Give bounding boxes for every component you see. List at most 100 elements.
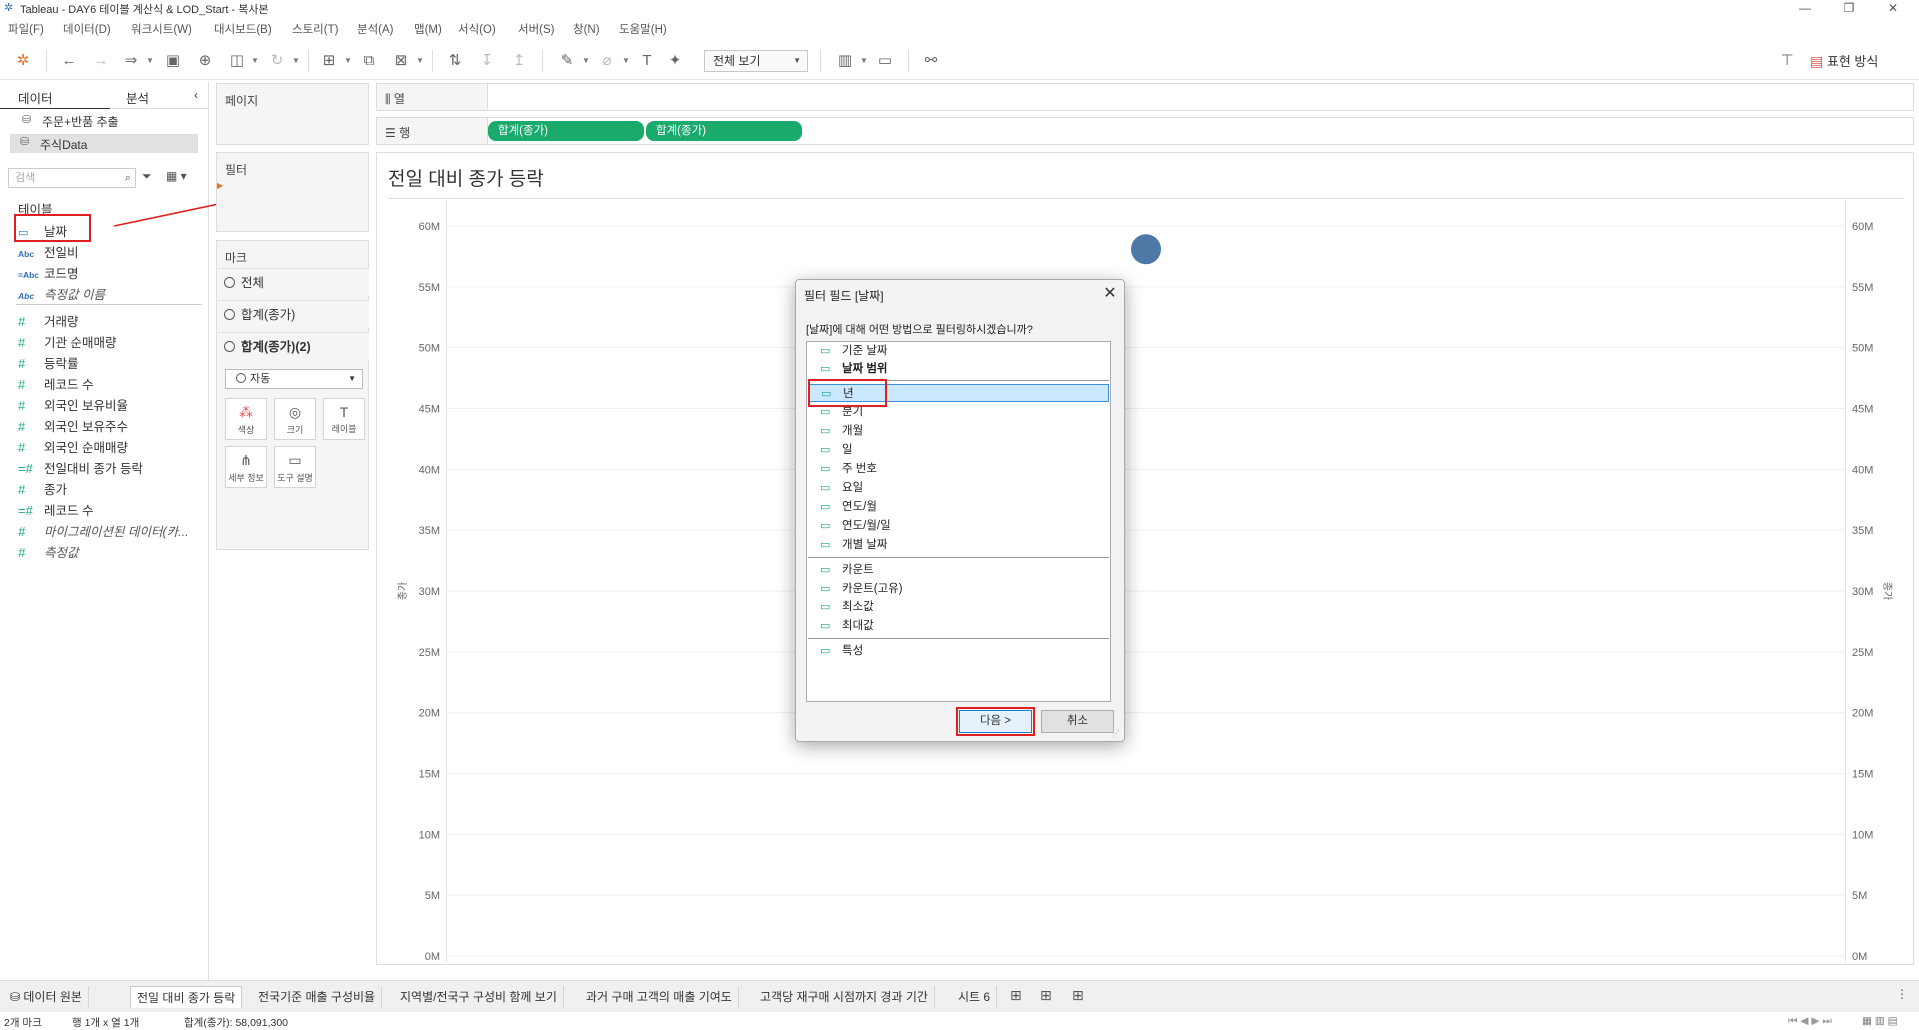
pages-card[interactable]: 페이지 bbox=[216, 83, 369, 145]
menu-worksheet[interactable]: 워크시트(W) bbox=[131, 21, 192, 37]
close-icon[interactable]: ✕ bbox=[1100, 283, 1120, 303]
filter-option[interactable]: ▭ 연도/월 bbox=[808, 498, 1109, 516]
datasource-item[interactable]: 주문+반품 추출 bbox=[42, 113, 119, 130]
filter-option[interactable]: ▭ 연도/월/일 bbox=[808, 517, 1109, 535]
menu-file[interactable]: 파일(F) bbox=[8, 21, 44, 37]
field-dimension[interactable]: Abc 측정값 이름 bbox=[18, 284, 105, 302]
undo-icon[interactable]: ← bbox=[58, 50, 80, 72]
redo-icon[interactable]: → bbox=[90, 50, 112, 72]
pause-updates-icon[interactable]: ◫ bbox=[226, 50, 248, 72]
show-labels-icon[interactable]: T bbox=[636, 50, 658, 72]
field-measure[interactable]: # 등락률 bbox=[18, 353, 79, 371]
tableau-home-icon[interactable]: ✲ bbox=[12, 50, 34, 72]
field-dimension[interactable]: Abc 전일비 bbox=[18, 242, 79, 260]
field-measure[interactable]: # 외국인 보유주수 bbox=[18, 416, 128, 434]
filter-option[interactable]: ▭ 일 bbox=[808, 441, 1109, 459]
format-painter-icon[interactable]: ⊤ bbox=[1776, 50, 1798, 72]
menu-data[interactable]: 데이터(D) bbox=[63, 21, 111, 37]
show-cards-icon[interactable]: ▥ bbox=[834, 50, 856, 72]
field-measure[interactable]: # 레코드 수 bbox=[18, 374, 93, 392]
duplicate-sheet-icon[interactable]: ⧉ bbox=[358, 50, 380, 72]
columns-shelf[interactable]: ⫼ 열 bbox=[376, 83, 1914, 111]
menu-window[interactable]: 창(N) bbox=[573, 21, 600, 37]
field-measure[interactable]: # 외국인 보유비율 bbox=[18, 395, 128, 413]
clear-sheet-icon[interactable]: ⊠ bbox=[390, 50, 412, 72]
tab-scroll-icon[interactable]: ⋮ bbox=[1896, 987, 1908, 1001]
sheet-tab[interactable]: 지역별/전국구 구성비 함께 보기 bbox=[394, 986, 564, 1008]
sheet-tab[interactable]: 고객당 재구매 시점까지 경과 기간 bbox=[754, 986, 935, 1008]
filter-option[interactable]: ▭ 개별 날짜 bbox=[808, 536, 1109, 554]
menu-story[interactable]: 스토리(T) bbox=[292, 21, 338, 37]
field-measure[interactable]: # 기관 순매매량 bbox=[18, 332, 116, 350]
new-datasource-icon[interactable]: ⊕ bbox=[194, 50, 216, 72]
cancel-button[interactable]: 취소 bbox=[1041, 710, 1114, 733]
close-window-icon[interactable]: ✕ bbox=[1878, 0, 1908, 16]
new-worksheet-tab-icon[interactable]: ⊞ bbox=[1010, 987, 1022, 1004]
share-icon[interactable]: ⚯ bbox=[920, 50, 942, 72]
tab-data[interactable]: 데이터 bbox=[18, 88, 53, 107]
menu-server[interactable]: 서버(S) bbox=[518, 21, 555, 37]
field-measure[interactable]: # 종가 bbox=[18, 479, 67, 497]
filter-option[interactable]: ▭ 날짜 범위 bbox=[808, 360, 1109, 378]
menu-format[interactable]: 서식(O) bbox=[458, 21, 496, 37]
columns-drop-area[interactable] bbox=[487, 84, 1913, 110]
menu-dashboard[interactable]: 대시보드(B) bbox=[214, 21, 272, 37]
sort-ascending-icon[interactable]: ↧ bbox=[476, 50, 498, 72]
save-icon[interactable]: ▣ bbox=[162, 50, 184, 72]
swap-axes-icon[interactable]: ⇅ bbox=[444, 50, 466, 72]
menu-analysis[interactable]: 분석(A) bbox=[357, 21, 394, 37]
field-measure[interactable]: # 거래량 bbox=[18, 311, 79, 329]
mark-type-select[interactable]: 자동 ▼ bbox=[225, 369, 363, 389]
filter-fields-icon[interactable]: ⏷ bbox=[142, 169, 152, 184]
menu-map[interactable]: 맵(M) bbox=[414, 21, 442, 37]
rows-shelf[interactable]: ☰ 행 합계(종가) 합계(종가) bbox=[376, 117, 1914, 145]
fix-axes-icon[interactable]: ✦ bbox=[664, 50, 686, 72]
menu-help[interactable]: 도움말(H) bbox=[619, 21, 667, 37]
tab-datasource[interactable]: ⛁ 데이터 원본 bbox=[4, 986, 89, 1008]
tooltip-button[interactable]: ▭ 도구 설명 bbox=[274, 446, 316, 488]
sort-descending-icon[interactable]: ↥ bbox=[508, 50, 530, 72]
filter-option[interactable]: ▭ 개월 bbox=[808, 422, 1109, 440]
size-button[interactable]: ◎ 크기 bbox=[274, 398, 316, 440]
sheet-tab[interactable]: 과거 구매 고객의 매출 기여도 bbox=[580, 986, 739, 1008]
layout-icons[interactable]: ▦ ▥ ▤ bbox=[1862, 1015, 1898, 1027]
view-options-icon[interactable]: ▦ ▾ bbox=[166, 169, 187, 183]
marks-row-all[interactable]: 전체 bbox=[218, 268, 369, 296]
tab-nav-icons[interactable]: ⏮ ◀ ▶ ⏭ bbox=[1788, 1015, 1832, 1028]
marks-row-measure[interactable]: 합계(종가) bbox=[218, 300, 369, 328]
minimize-icon[interactable]: — bbox=[1790, 0, 1820, 16]
marks-row-measure-2[interactable]: 합계(종가)(2) bbox=[218, 332, 369, 360]
presentation-mode-icon[interactable]: ▭ bbox=[874, 50, 896, 72]
highlight-icon[interactable]: ✎ bbox=[556, 50, 578, 72]
filter-option[interactable]: ▭ 특성 bbox=[808, 642, 1109, 660]
collapse-pane-icon[interactable]: ‹ bbox=[194, 88, 198, 102]
field-measure[interactable]: # 측정값 bbox=[18, 542, 79, 560]
show-me-button[interactable]: ▤ 표현 방식 bbox=[1810, 50, 1914, 72]
field-measure[interactable]: # 외국인 순매매량 bbox=[18, 437, 128, 455]
filter-option[interactable]: ▭ 주 번호 bbox=[808, 460, 1109, 478]
filters-card[interactable]: 필터 ▶ bbox=[216, 152, 369, 232]
sheet-tab[interactable]: 시트 6 bbox=[952, 986, 998, 1008]
color-button[interactable]: ⁂ 색상 bbox=[225, 398, 267, 440]
field-measure[interactable]: =# 레코드 수 bbox=[18, 500, 93, 518]
detail-button[interactable]: ⋔ 세부 정보 bbox=[225, 446, 267, 488]
new-story-tab-icon[interactable]: ⊞ bbox=[1072, 987, 1084, 1004]
filter-option[interactable]: ▭ 요일 bbox=[808, 479, 1109, 497]
sheet-tab-active[interactable]: 전일 대비 종가 등락 bbox=[130, 986, 243, 1008]
rows-drop-area[interactable]: 합계(종가) 합계(종가) bbox=[487, 118, 1913, 144]
sheet-tab[interactable]: 전국기준 매출 구성비율 bbox=[252, 986, 383, 1008]
filter-option[interactable]: ▭ 최소값 bbox=[808, 598, 1109, 616]
row-pill[interactable]: 합계(종가) bbox=[488, 121, 644, 141]
tab-analytics[interactable]: 분석 bbox=[126, 88, 149, 107]
field-measure[interactable]: =# 전일대비 종가 등락 bbox=[18, 458, 143, 476]
datasource-item-selected[interactable] bbox=[10, 134, 198, 153]
new-dashboard-tab-icon[interactable]: ⊞ bbox=[1040, 987, 1052, 1004]
label-button[interactable]: T 레이블 bbox=[323, 398, 365, 440]
new-worksheet-icon[interactable]: ⊞ bbox=[318, 50, 340, 72]
restore-icon[interactable]: ❐ bbox=[1834, 0, 1864, 16]
refresh-icon[interactable]: ↻ bbox=[266, 50, 288, 72]
filter-option[interactable]: ▭ 카운트(고유) bbox=[808, 580, 1109, 598]
view-fit-select[interactable]: 전체 보기 ▼ bbox=[704, 50, 808, 72]
replay-icon[interactable]: ⇒ bbox=[120, 50, 142, 72]
group-members-icon[interactable]: ⌀ bbox=[596, 50, 618, 72]
